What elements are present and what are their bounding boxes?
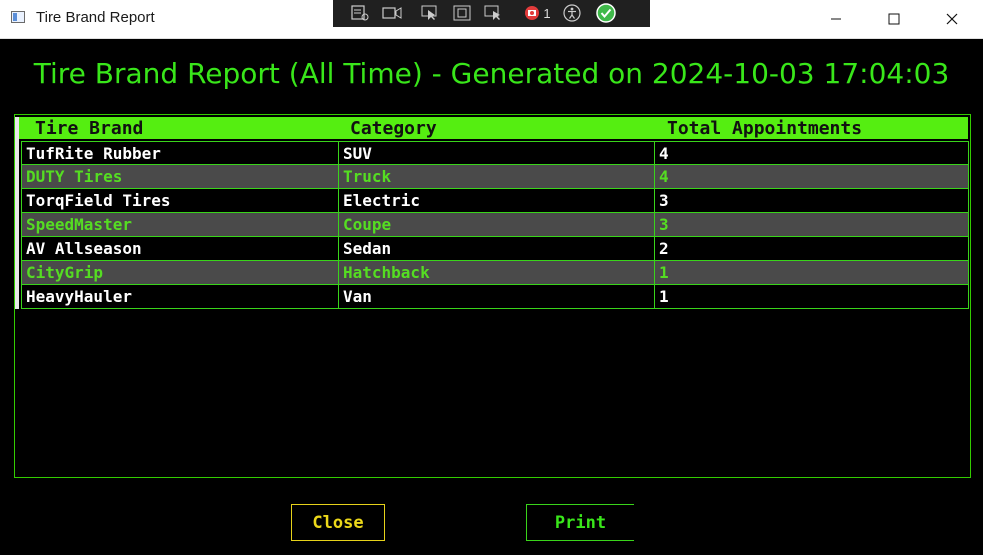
cell-tire-brand: CityGrip bbox=[26, 263, 104, 282]
column-header-tire-brand[interactable]: Tire Brand bbox=[35, 118, 143, 139]
table-row[interactable]: SpeedMaster Coupe 3 bbox=[21, 213, 969, 237]
live-visual-tree-icon[interactable] bbox=[350, 4, 370, 22]
cell-category: Coupe bbox=[338, 213, 654, 236]
cell-total-appointments: 4 bbox=[654, 142, 968, 165]
cell-tire-brand: DUTY Tires bbox=[26, 167, 123, 186]
display-layout-adorners-icon[interactable] bbox=[452, 4, 472, 22]
print-button[interactable]: Print bbox=[526, 504, 634, 541]
window-title: Tire Brand Report bbox=[36, 9, 155, 26]
binding-failure-count: 1 bbox=[543, 5, 551, 21]
cell-tire-brand: TorqField Tires bbox=[26, 191, 171, 210]
close-button[interactable]: Close bbox=[291, 504, 385, 541]
cell-category: Truck bbox=[338, 165, 654, 188]
table-row[interactable]: DUTY Tires Truck 4 bbox=[21, 165, 969, 189]
cell-tire-brand: TufRite Rubber bbox=[26, 144, 161, 163]
report-heading: Tire Brand Report (All Time) - Generated… bbox=[33, 57, 950, 90]
cell-category: Electric bbox=[338, 189, 654, 212]
track-focus-icon[interactable] bbox=[484, 4, 504, 22]
record-icon[interactable] bbox=[382, 4, 402, 22]
maximize-icon[interactable] bbox=[871, 0, 917, 38]
column-header-total-appointments[interactable]: Total Appointments bbox=[667, 118, 862, 139]
cell-category: Sedan bbox=[338, 237, 654, 260]
table-row[interactable]: AV Allseason Sedan 2 bbox=[21, 237, 969, 261]
table-row[interactable]: TorqField Tires Electric 3 bbox=[21, 189, 969, 213]
minimize-icon[interactable] bbox=[813, 0, 859, 38]
cell-total-appointments: 1 bbox=[654, 261, 968, 284]
accessibility-icon[interactable] bbox=[562, 4, 582, 22]
cell-category: SUV bbox=[338, 142, 654, 165]
cell-total-appointments: 2 bbox=[654, 237, 968, 260]
table-row[interactable]: TufRite Rubber SUV 4 bbox=[21, 141, 969, 165]
column-header-category[interactable]: Category bbox=[350, 118, 437, 139]
app-window-icon bbox=[11, 11, 25, 23]
table-row[interactable]: HeavyHauler Van 1 bbox=[21, 285, 969, 309]
cell-tire-brand: AV Allseason bbox=[26, 239, 142, 258]
cell-tire-brand: HeavyHauler bbox=[26, 287, 132, 306]
grid-header-row: Tire Brand Category Total Appointments bbox=[19, 117, 968, 139]
close-icon[interactable] bbox=[929, 0, 975, 38]
cell-total-appointments: 3 bbox=[654, 189, 968, 212]
cell-category: Hatchback bbox=[338, 261, 654, 284]
table-row[interactable]: CityGrip Hatchback 1 bbox=[21, 261, 969, 285]
row-header-strip bbox=[15, 117, 19, 309]
cell-total-appointments: 4 bbox=[654, 165, 968, 188]
cell-total-appointments: 3 bbox=[654, 213, 968, 236]
xaml-debug-toolbar: 1 bbox=[333, 0, 650, 27]
cell-tire-brand: SpeedMaster bbox=[26, 215, 132, 234]
binding-failures-icon[interactable] bbox=[522, 4, 542, 22]
select-element-icon[interactable] bbox=[420, 4, 440, 22]
cell-total-appointments: 1 bbox=[654, 285, 968, 308]
cell-category: Van bbox=[338, 285, 654, 308]
hot-reload-ok-icon[interactable] bbox=[596, 3, 616, 23]
